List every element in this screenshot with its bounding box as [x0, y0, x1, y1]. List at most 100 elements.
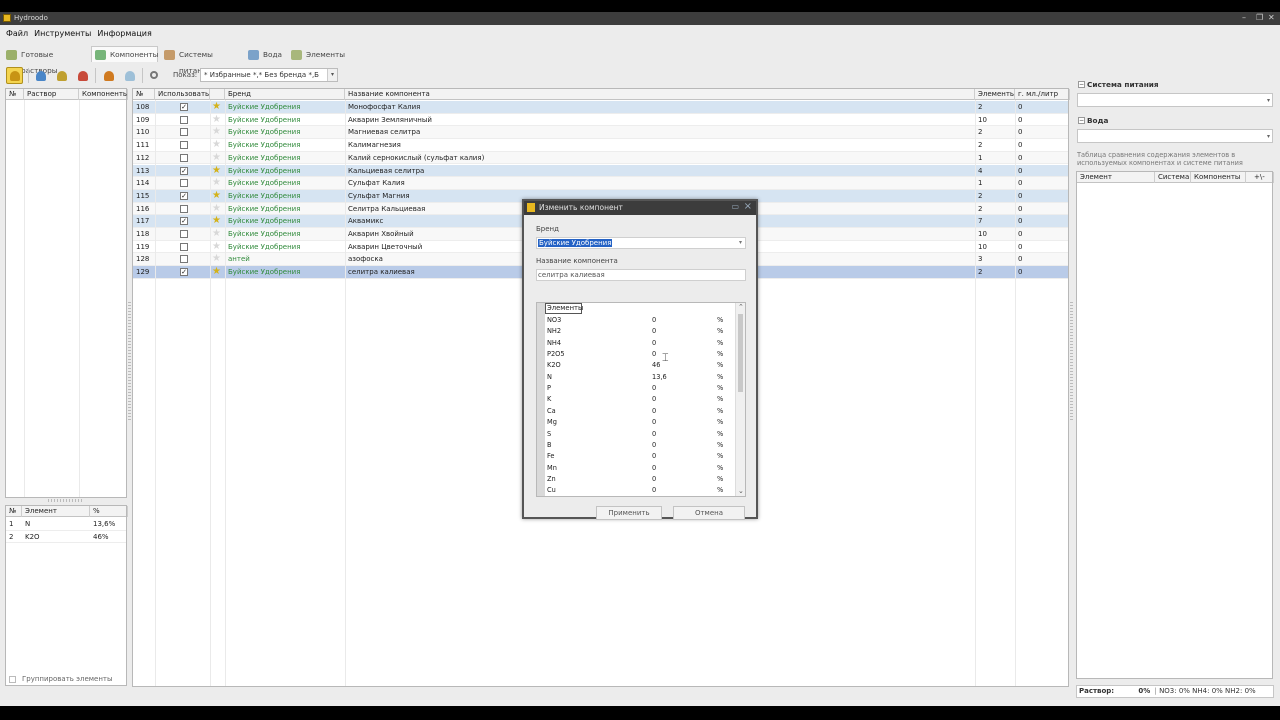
element-value[interactable]: 0 [652, 349, 656, 360]
use-checkbox[interactable] [180, 141, 188, 150]
table-row[interactable]: 108 ✓ ★ Буйские Удобрения Монофосфат Калия 2 0 [133, 101, 1068, 114]
element-row[interactable]: P 0% [545, 383, 734, 394]
splitter-handle[interactable] [48, 499, 82, 502]
element-value[interactable]: 0 [652, 338, 656, 349]
column-header[interactable]: Система [1155, 172, 1191, 183]
column-header[interactable]: Компоненты [1191, 172, 1246, 183]
splitter-handle[interactable] [128, 302, 131, 422]
use-checkbox[interactable]: ✓ [180, 103, 188, 111]
component-name-input[interactable]: селитра калиевая [536, 269, 746, 281]
favorite-star-icon[interactable]: ★ [212, 140, 221, 150]
menu-info[interactable]: Информация [97, 29, 151, 38]
use-checkbox[interactable]: ✓ [180, 217, 188, 226]
column-header-elements[interactable]: Элементы [975, 89, 1015, 100]
element-value[interactable]: 0 [652, 485, 656, 496]
column-header-number[interactable]: № [133, 89, 155, 100]
tab-water[interactable]: Вода [244, 46, 284, 62]
table-row[interactable]: 113 ✓ ★ Буйские Удобрения Кальциевая селитра… [133, 164, 1068, 178]
favorite-star-icon[interactable]: ★ [212, 229, 221, 239]
favorite-star-icon[interactable]: ★ [212, 178, 221, 188]
edit-component-button[interactable] [53, 67, 70, 84]
element-value[interactable]: 0 [652, 406, 656, 417]
close-icon[interactable]: × [744, 201, 752, 212]
table-row[interactable]: 110 ★ Буйские Удобрения Магниевая селитра 2 0 [133, 126, 1068, 140]
minimize-icon[interactable]: – [1242, 13, 1246, 22]
column-header[interactable]: % [90, 506, 128, 517]
splitter-handle[interactable] [1070, 302, 1073, 422]
element-row[interactable]: Mn 0% [545, 463, 734, 474]
table-row[interactable]: 112 ★ Буйские Удобрения Калий сернокислый (… [133, 151, 1068, 165]
use-checkbox[interactable] [180, 204, 188, 213]
close-icon[interactable]: ✕ [1268, 13, 1275, 22]
column-header-favorite[interactable] [210, 89, 225, 100]
maximize-icon[interactable]: ▭ [731, 202, 739, 211]
component-elements-table[interactable]: № Элемент % 1 N 13,6% 2 K2O 46% Группиро… [5, 505, 128, 686]
element-row[interactable]: NH4 0% [545, 338, 734, 349]
elements-header-cell[interactable]: Элементы [545, 303, 583, 314]
group-elements-checkbox[interactable] [9, 676, 16, 683]
table-row[interactable]: 2 K2O 46% [6, 531, 126, 544]
element-row[interactable]: Ca 0% [545, 406, 734, 417]
column-header[interactable]: Раствор [24, 89, 79, 100]
element-value[interactable]: 13,6 [652, 372, 667, 383]
use-checkbox[interactable]: ✓ [180, 191, 188, 200]
use-checkbox[interactable]: ✓ [180, 268, 188, 277]
solutions-table[interactable]: № Раствор Компоненты [5, 88, 128, 498]
water-select[interactable]: ▾ [1077, 129, 1273, 143]
search-button[interactable] [146, 67, 163, 84]
use-checkbox[interactable] [180, 242, 188, 251]
copy-component-button[interactable] [100, 67, 117, 84]
delete-component-button[interactable] [74, 67, 91, 84]
tab-ready-solutions[interactable]: Готовые растворы [2, 46, 89, 75]
element-row[interactable]: NO3 0% [545, 315, 734, 326]
favorite-star-icon[interactable]: ★ [212, 102, 221, 112]
favorite-star-icon[interactable]: ★ [212, 114, 221, 125]
element-row[interactable]: Mg 0% [545, 417, 734, 428]
element-value[interactable]: 0 [652, 440, 656, 451]
water-section[interactable]: − Вода [1076, 116, 1273, 126]
tab-feeding-systems[interactable]: Системы питания [160, 46, 242, 75]
empty-flask-button[interactable] [121, 67, 138, 84]
feeding-system-section[interactable]: − Система питания [1076, 80, 1273, 90]
use-checkbox[interactable] [180, 115, 188, 124]
column-header-name[interactable]: Название компонента [345, 89, 975, 100]
column-header-brand[interactable]: Бренд [225, 89, 345, 100]
show-filter-select[interactable]: * Избранные *,* Без бренда *,Б ▾ [200, 68, 338, 82]
scroll-up-icon[interactable]: ⌃ [738, 303, 744, 311]
element-value[interactable]: 0 [652, 315, 656, 326]
table-row[interactable]: 111 ★ Буйские Удобрения Калимагнезия 2 0 [133, 139, 1068, 152]
element-row[interactable]: K2O 46% [545, 360, 734, 371]
restore-icon[interactable]: ❐ [1256, 13, 1263, 22]
cancel-button[interactable]: Отмена [673, 506, 745, 520]
table-row[interactable]: 114 ★ Буйские Удобрения Сульфат Калия 1 0 [133, 177, 1068, 190]
apply-button[interactable]: Применить [596, 506, 662, 520]
elements-grid[interactable]: Элементы NO3 0% NH2 0% NH4 0% P2O5 0% K2O 46% N 13,… [536, 302, 746, 497]
element-value[interactable]: 0 [652, 463, 656, 474]
element-value[interactable]: 0 [652, 417, 656, 428]
favorite-star-icon[interactable]: ★ [212, 267, 221, 277]
element-value[interactable]: 0 [652, 394, 656, 405]
comparison-table[interactable]: Элемент Система Компоненты +\- [1076, 171, 1274, 679]
collapse-icon[interactable]: − [1078, 117, 1085, 124]
vertical-scrollbar[interactable]: ⌃ ⌄ [735, 303, 745, 496]
element-row[interactable]: N 13,6% [545, 372, 734, 383]
column-header-dose[interactable]: г. мл./литр [1015, 89, 1070, 100]
table-row[interactable]: 109 ★ Буйские Удобрения Акварин Земляничный… [133, 114, 1068, 127]
feeding-system-select[interactable]: ▾ [1077, 93, 1273, 107]
column-header[interactable]: Компоненты [79, 89, 128, 100]
column-header[interactable]: +\- [1246, 172, 1274, 183]
add-component-button[interactable] [32, 67, 49, 84]
column-header[interactable]: Элемент [1077, 172, 1155, 183]
use-checkbox[interactable]: ✓ [180, 166, 188, 175]
element-value[interactable]: 0 [652, 429, 656, 440]
column-header-use[interactable]: Использовать [155, 89, 210, 100]
element-row[interactable]: P2O5 0% [545, 349, 734, 360]
favorite-star-icon[interactable]: ★ [212, 190, 221, 201]
collapse-icon[interactable]: − [1078, 81, 1085, 88]
use-checkbox[interactable] [180, 230, 188, 238]
use-checkbox[interactable] [180, 255, 188, 264]
favorite-star-icon[interactable]: ★ [212, 165, 221, 176]
element-row[interactable]: Zn 0% [545, 474, 734, 485]
element-row[interactable]: K 0% [545, 394, 734, 405]
element-value[interactable]: 0 [652, 451, 656, 462]
